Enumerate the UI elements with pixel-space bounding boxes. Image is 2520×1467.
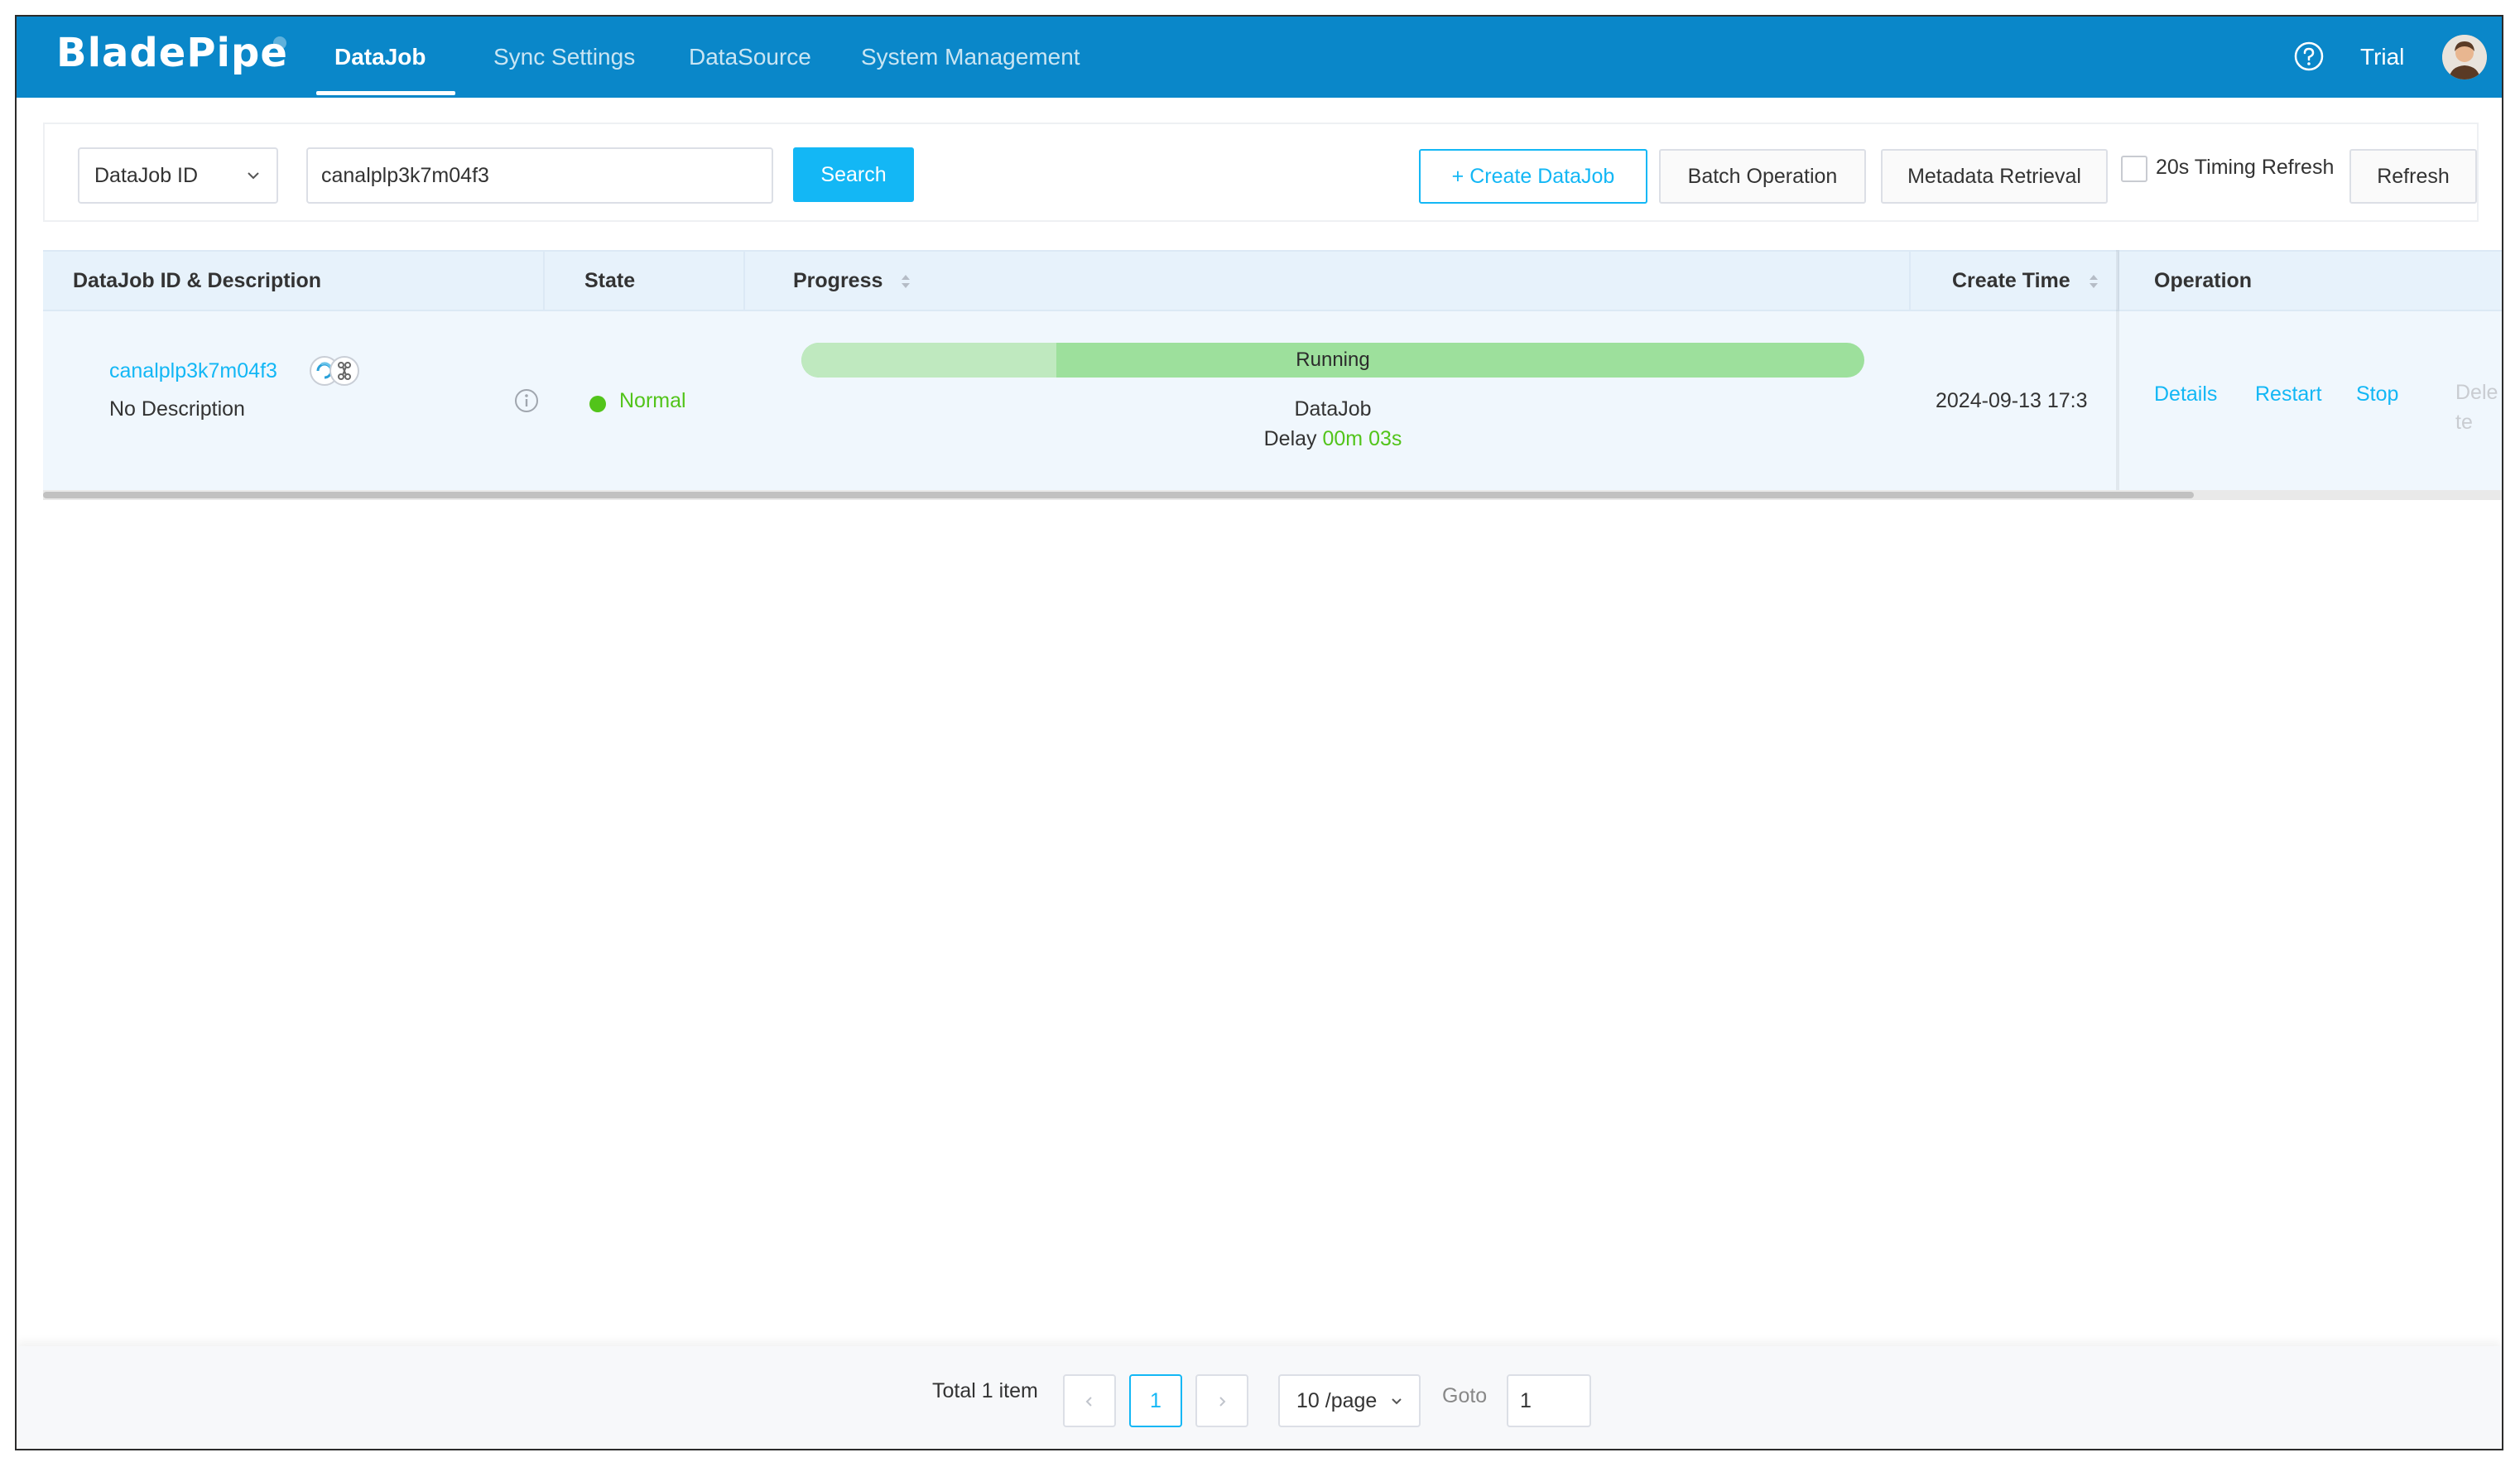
chevron-down-icon bbox=[1392, 1398, 1402, 1405]
refresh-button[interactable]: Refresh bbox=[2349, 149, 2477, 204]
search-field-select[interactable]: DataJob ID bbox=[78, 147, 278, 204]
tab-datasource[interactable]: DataSource bbox=[689, 17, 811, 98]
timing-refresh-checkbox[interactable] bbox=[2121, 156, 2147, 182]
goto-page-input[interactable]: 1 bbox=[1507, 1374, 1591, 1427]
fixed-column-shadow bbox=[2116, 250, 2119, 490]
table-row: canalplp3k7m04f3 No Description Normal R… bbox=[43, 311, 2502, 490]
datajob-id-link[interactable]: canalplp3k7m04f3 bbox=[109, 359, 277, 383]
total-items-label: Total 1 item bbox=[932, 1379, 1038, 1402]
details-link[interactable]: Details bbox=[2154, 382, 2217, 406]
user-avatar-icon bbox=[2442, 35, 2487, 79]
sync-type-icon bbox=[310, 356, 359, 386]
search-button[interactable]: Search bbox=[793, 147, 914, 202]
column-header-progress[interactable]: Progress bbox=[793, 252, 911, 310]
active-tab-indicator bbox=[316, 91, 455, 95]
datajob-table: DataJob ID & Description State Progress … bbox=[43, 250, 2502, 503]
chevron-down-icon bbox=[248, 172, 259, 180]
avatar[interactable] bbox=[2442, 35, 2487, 79]
tab-system-management[interactable]: System Management bbox=[861, 17, 1080, 98]
top-navigation-bar: BladePipe DataJob Sync Settings DataSour… bbox=[17, 17, 2502, 98]
column-header-id: DataJob ID & Description bbox=[73, 269, 322, 292]
datajob-description: No Description bbox=[109, 397, 245, 421]
question-circle-icon[interactable] bbox=[2293, 41, 2325, 72]
create-datajob-button[interactable]: + Create DataJob bbox=[1419, 149, 1647, 204]
search-field-select-value: DataJob ID bbox=[94, 164, 199, 187]
table-header: DataJob ID & Description State Progress … bbox=[43, 250, 2502, 311]
next-page-button[interactable] bbox=[1195, 1374, 1248, 1427]
app-window: BladePipe DataJob Sync Settings DataSour… bbox=[15, 15, 2503, 1450]
restart-link[interactable]: Restart bbox=[2255, 382, 2322, 406]
create-time-value: 2024-09-13 17:3 bbox=[1936, 389, 2088, 412]
delay-label: Delay bbox=[1263, 427, 1317, 450]
bladepipe-logo: BladePipe bbox=[56, 30, 288, 76]
column-header-create-time-label: Create Time bbox=[1952, 269, 2070, 292]
logo-decoration bbox=[273, 36, 286, 50]
tab-datajob[interactable]: DataJob bbox=[334, 17, 426, 98]
filter-toolbar: DataJob ID canalplp3k7m04f3 Search + Cre… bbox=[43, 123, 2479, 222]
batch-operation-button[interactable]: Batch Operation bbox=[1659, 149, 1866, 204]
delete-link[interactable]: Delete bbox=[2455, 378, 2502, 437]
search-input[interactable]: canalplp3k7m04f3 bbox=[306, 147, 773, 204]
progress-bar: Running bbox=[801, 343, 1864, 378]
sort-icon[interactable] bbox=[2088, 272, 2099, 291]
chevron-left-icon bbox=[1085, 1397, 1092, 1407]
horizontal-scrollbar[interactable] bbox=[43, 492, 2194, 498]
page-size-select[interactable]: 10 /page bbox=[1278, 1374, 1421, 1427]
state-label: Normal bbox=[619, 389, 686, 412]
state-indicator-dot bbox=[589, 396, 606, 412]
user-plan-label[interactable]: Trial bbox=[2360, 17, 2404, 98]
info-icon[interactable] bbox=[513, 387, 540, 414]
column-header-create-time[interactable]: Create Time bbox=[1952, 252, 2099, 310]
delay-value: 00m 03s bbox=[1322, 427, 1402, 450]
column-header-operation: Operation bbox=[2154, 269, 2253, 292]
page-size-value: 10 /page bbox=[1296, 1389, 1378, 1412]
chevron-right-icon bbox=[1219, 1397, 1226, 1407]
sort-icon[interactable] bbox=[900, 272, 911, 291]
metadata-retrieval-button[interactable]: Metadata Retrieval bbox=[1881, 149, 2108, 204]
progress-status-label: Running bbox=[1296, 349, 1370, 371]
timing-refresh-label[interactable]: 20s Timing Refresh bbox=[2156, 149, 2334, 185]
pagination-footer: Total 1 item 1 10 /page Goto 1 bbox=[17, 1346, 2502, 1449]
tab-sync-settings[interactable]: Sync Settings bbox=[493, 17, 635, 98]
column-header-state: State bbox=[584, 269, 636, 292]
stop-link[interactable]: Stop bbox=[2356, 382, 2398, 406]
goto-label: Goto bbox=[1442, 1384, 1488, 1407]
column-header-progress-label: Progress bbox=[793, 269, 883, 292]
page-number-button[interactable]: 1 bbox=[1129, 1374, 1182, 1427]
delay-info: Delay 00m 03s bbox=[801, 427, 1864, 451]
job-type-label: DataJob bbox=[1294, 397, 1372, 421]
prev-page-button[interactable] bbox=[1063, 1374, 1116, 1427]
